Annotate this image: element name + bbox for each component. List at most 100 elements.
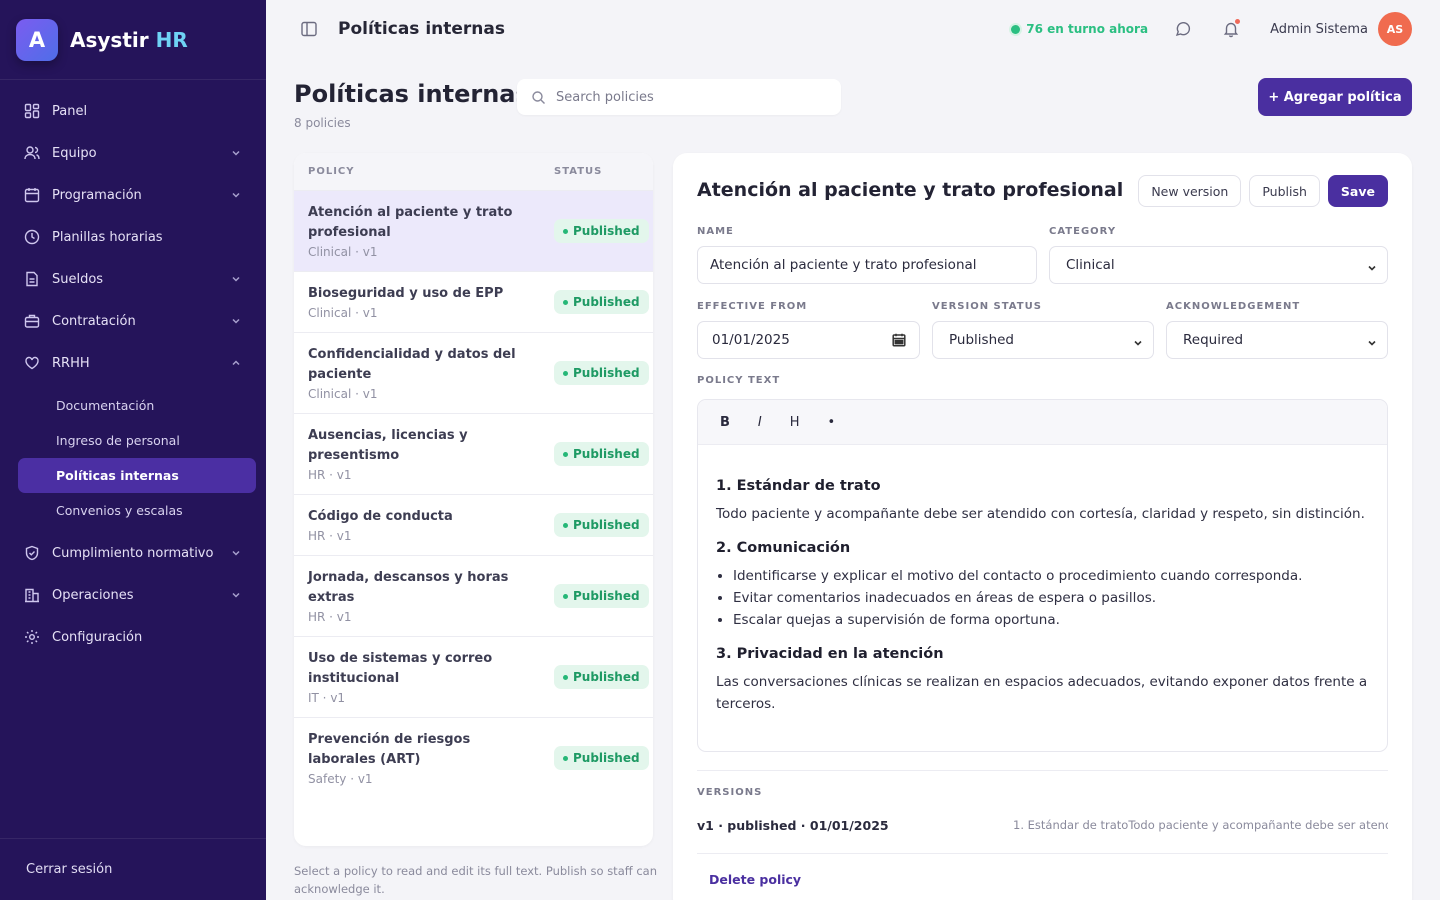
- acknowledgement-value: Required: [1183, 332, 1244, 348]
- versions-section: VERSIONS v1 · published · 01/01/2025 1. …: [697, 770, 1388, 854]
- save-button[interactable]: Save: [1327, 175, 1388, 207]
- avatar[interactable]: AS: [1378, 12, 1412, 46]
- bell-icon[interactable]: [1222, 19, 1241, 38]
- policy-bullet-list: Identificarse y explicar el motivo del c…: [733, 565, 1369, 631]
- policy-row-title: Confidencialidad y datos del paciente: [308, 347, 516, 382]
- policy-row[interactable]: Jornada, descansos y horas extras HR · v…: [294, 556, 653, 637]
- calendar-icon[interactable]: [892, 333, 906, 347]
- status-badge: Published: [554, 219, 649, 243]
- italic-button[interactable]: I: [758, 415, 762, 430]
- sidebar-item-configuracion[interactable]: Configuración: [0, 616, 266, 658]
- sidebar-item-label: Planillas horarias: [52, 229, 163, 245]
- rich-text-editor[interactable]: B I H • 1. Estándar de trato Todo pacien…: [697, 399, 1388, 752]
- version-status-select[interactable]: Published: [932, 321, 1154, 359]
- chevron-down-icon: [230, 147, 242, 159]
- sidebar-item-cumplimiento[interactable]: Cumplimiento normativo: [0, 532, 266, 574]
- policy-row[interactable]: Atención al paciente y trato profesional…: [294, 191, 653, 272]
- gear-icon: [24, 629, 40, 645]
- logout-button[interactable]: Cerrar sesión: [0, 838, 266, 900]
- list-hint: Select a policy to read and edit its ful…: [294, 864, 657, 896]
- policy-row-meta: Clinical · v1: [308, 245, 378, 259]
- policy-row[interactable]: Ausencias, licencias y presentismo HR · …: [294, 414, 653, 495]
- sidebar-item-equipo[interactable]: Equipo: [0, 132, 266, 174]
- policy-row-title: Código de conducta: [308, 509, 453, 524]
- policy-heading: 1. Estándar de trato: [716, 478, 881, 494]
- version-row[interactable]: v1 · published · 01/01/2025 1. Estándar …: [697, 818, 1388, 854]
- policy-row[interactable]: Uso de sistemas y correo institucional I…: [294, 637, 653, 718]
- shield-icon: [24, 545, 40, 561]
- brand-name-main: Asystir: [70, 27, 149, 52]
- sidebar-subitem-ingreso[interactable]: Ingreso de personal: [18, 423, 256, 458]
- sidebar-item-panel[interactable]: Panel: [0, 90, 266, 132]
- sidebar-nav: Panel Equipo Programación Planillas hora…: [0, 80, 266, 658]
- brand-logo[interactable]: A: [16, 18, 58, 61]
- sidebar: A Asystir HR Panel Equipo Programación P…: [0, 0, 266, 900]
- status-badge-label: Published: [573, 751, 640, 765]
- policy-row[interactable]: Prevención de riesgos laborales (ART) Sa…: [294, 718, 653, 798]
- new-version-button[interactable]: New version: [1138, 175, 1242, 207]
- policy-paragraph: Todo paciente y acompañante debe ser ate…: [716, 506, 1365, 522]
- status-badge-label: Published: [573, 447, 640, 461]
- sidebar-item-contratacion[interactable]: Contratación: [0, 300, 266, 342]
- sidebar-toggle-icon[interactable]: [300, 20, 318, 38]
- effective-from-date[interactable]: 01/01/2025: [697, 321, 920, 359]
- calendar-icon: [24, 187, 40, 203]
- chevron-down-icon: [1367, 261, 1377, 271]
- sidebar-subitem-convenios[interactable]: Convenios y escalas: [18, 493, 256, 528]
- sidebar-item-programacion[interactable]: Programación: [0, 174, 266, 216]
- heading-button[interactable]: H: [790, 415, 800, 430]
- policy-row[interactable]: Bioseguridad y uso de EPP Clinical · v1 …: [294, 272, 653, 333]
- sidebar-subitem-documentacion[interactable]: Documentación: [18, 388, 256, 423]
- status-badge-label: Published: [573, 295, 640, 309]
- policy-row-meta: IT · v1: [308, 691, 346, 705]
- version-name: v1 · published · 01/01/2025: [697, 818, 889, 833]
- version-status-value: Published: [949, 332, 1014, 348]
- policy-row-meta: HR · v1: [308, 610, 352, 624]
- sidebar-item-operaciones[interactable]: Operaciones: [0, 574, 266, 616]
- policy-row-title: Jornada, descansos y horas extras: [308, 570, 509, 605]
- sidebar-item-rrhh[interactable]: RRHH: [0, 342, 266, 384]
- search-input[interactable]: [556, 89, 826, 105]
- effective-from-value: 01/01/2025: [712, 332, 790, 348]
- policy-row-meta: Safety · v1: [308, 772, 373, 786]
- chat-icon[interactable]: [1174, 20, 1192, 38]
- chevron-up-icon: [230, 357, 242, 369]
- sidebar-item-label: Sueldos: [52, 271, 104, 287]
- on-shift-indicator[interactable]: 76 en turno ahora: [1011, 22, 1148, 36]
- effective-from-label: EFFECTIVE FROM: [697, 301, 808, 312]
- policy-row-title: Atención al paciente y trato profesional: [308, 205, 513, 240]
- editor-title: Atención al paciente y trato profesional: [697, 179, 1124, 201]
- acknowledgement-label: ACKNOWLEDGEMENT: [1166, 301, 1301, 312]
- brand-name-accent: HR: [155, 27, 188, 52]
- chevron-down-icon: [230, 589, 242, 601]
- status-badge: Published: [554, 361, 649, 385]
- status-dot: [563, 593, 568, 599]
- status-badge: Published: [554, 746, 649, 770]
- search-box[interactable]: [517, 79, 841, 115]
- policy-row[interactable]: Código de conducta HR · v1 Published: [294, 495, 653, 556]
- acknowledgement-select[interactable]: Required: [1166, 321, 1388, 359]
- admin-name[interactable]: Admin Sistema: [1270, 22, 1368, 37]
- policy-count: 8 policies: [294, 116, 351, 130]
- sidebar-item-sueldos[interactable]: Sueldos: [0, 258, 266, 300]
- status-badge: Published: [554, 442, 649, 466]
- delete-policy-button[interactable]: Delete policy: [709, 872, 801, 887]
- category-select[interactable]: Clinical: [1049, 246, 1388, 284]
- sidebar-subitem-politicas[interactable]: Políticas internas: [18, 458, 256, 493]
- users-icon: [24, 145, 40, 161]
- name-field[interactable]: Atención al paciente y trato profesional: [697, 246, 1037, 284]
- policy-row[interactable]: Confidencialidad y datos del paciente Cl…: [294, 333, 653, 414]
- bullet-list-button[interactable]: •: [828, 415, 836, 430]
- sidebar-item-label: Panel: [52, 103, 88, 119]
- publish-button[interactable]: Publish: [1249, 175, 1320, 207]
- topbar-right: 76 en turno ahora Admin Sistema AS: [1011, 12, 1412, 46]
- policy-editor: Atención al paciente y trato profesional…: [673, 153, 1412, 900]
- sidebar-item-planillas[interactable]: Planillas horarias: [0, 216, 266, 258]
- policy-text-label: POLICY TEXT: [697, 375, 781, 386]
- policy-text-content[interactable]: 1. Estándar de trato Todo paciente y aco…: [698, 445, 1387, 715]
- dashboard-icon: [24, 103, 40, 119]
- add-policy-button[interactable]: + Agregar política: [1258, 78, 1412, 116]
- rich-text-toolbar: B I H •: [698, 400, 1387, 445]
- bold-button[interactable]: B: [720, 415, 730, 430]
- brand-name: Asystir HR: [70, 28, 188, 52]
